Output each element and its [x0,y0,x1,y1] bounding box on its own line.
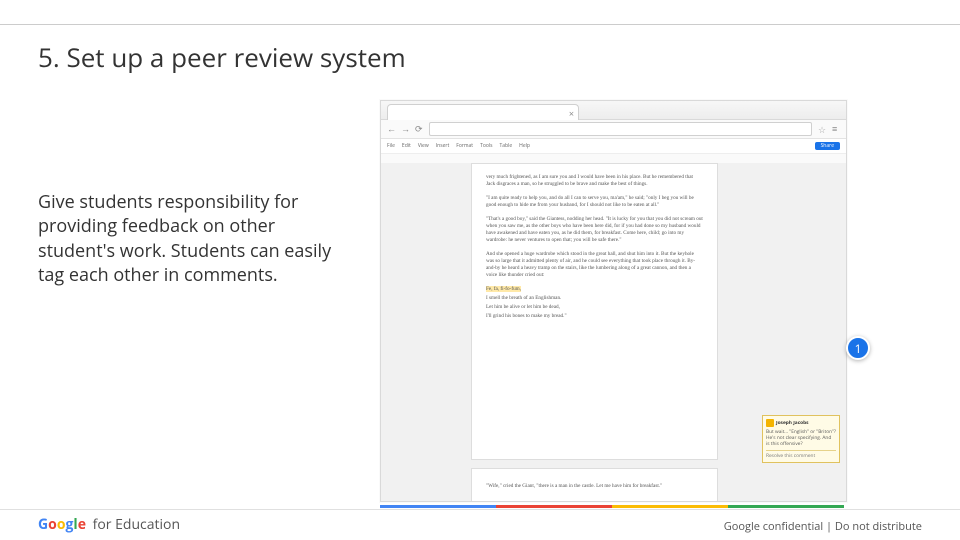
address-bar[interactable] [429,122,812,136]
doc-paragraph: "Wife," cried the Giant, "there is a man… [486,483,703,490]
resolve-comment-link[interactable]: Resolve this comment [766,450,836,459]
google-for-education-logo: Google for Education [38,515,180,534]
browser-screenshot: × ← → ⟳ ☆ ≡ File Edit View Insert Format… [380,100,847,502]
menu-view[interactable]: View [418,143,429,149]
browser-toolbar: ← → ⟳ ☆ ≡ [381,120,846,139]
confidential-label: Google confidential | Do not distribute [724,519,922,534]
doc-paragraph: I smell the breath of an Englishman. [486,295,703,302]
star-icon[interactable]: ☆ [818,123,826,136]
callout-badge: 1 [846,336,870,360]
document-canvas: very much frightened, as I am sure you a… [381,163,846,501]
browser-tab[interactable]: × [387,104,579,120]
doc-paragraph: Let him be alive or let him be dead, [486,304,703,311]
slide-body: Give students responsibility for providi… [38,190,333,287]
brand-suffix: for Education [86,515,180,534]
slide-title: 5. Set up a peer review system [38,39,960,75]
comment-card[interactable]: Joseph Jacobs But wait… "English" or "Br… [762,415,840,463]
menu-file[interactable]: File [387,143,395,149]
avatar [766,419,774,427]
close-tab-icon[interactable]: × [569,107,574,120]
highlighted-text: Fe, fa, fi-fo-fum, [486,286,521,292]
menu-format[interactable]: Format [456,143,473,149]
document-page-1: very much frightened, as I am sure you a… [471,163,718,460]
docs-menu-bar: File Edit View Insert Format Tools Table… [381,139,846,154]
doc-paragraph: "That's a good boy," said the Giantess, … [486,216,703,244]
slide-footer: Google for Education Google confidential… [0,509,960,540]
menu-tools[interactable]: Tools [480,143,492,149]
menu-insert[interactable]: Insert [436,143,449,149]
doc-paragraph: very much frightened, as I am sure you a… [486,174,703,188]
comment-author: Joseph Jacobs [776,420,809,426]
share-button[interactable]: Share [815,142,840,150]
menu-help[interactable]: Help [519,143,530,149]
document-page-2: "Wife," cried the Giant, "there is a man… [471,468,718,501]
comment-text: But wait… "English" or "Briton"? He's no… [766,429,836,447]
reload-icon[interactable]: ⟳ [415,125,423,133]
back-icon[interactable]: ← [387,125,395,133]
doc-paragraph: Fe, fa, fi-fo-fum, [486,286,703,293]
menu-icon[interactable]: ≡ [832,125,840,133]
doc-paragraph: I'll grind his bones to make my bread." [486,313,703,320]
menu-table[interactable]: Table [499,143,512,149]
top-rule [0,0,960,25]
doc-paragraph: "I am quite ready to help you, and do al… [486,195,703,209]
color-stripe [380,505,844,508]
menu-edit[interactable]: Edit [402,143,411,149]
browser-tabbar: × [381,101,846,120]
doc-paragraph: And she opened a huge wardrobe which sto… [486,251,703,279]
forward-icon[interactable]: → [401,125,409,133]
